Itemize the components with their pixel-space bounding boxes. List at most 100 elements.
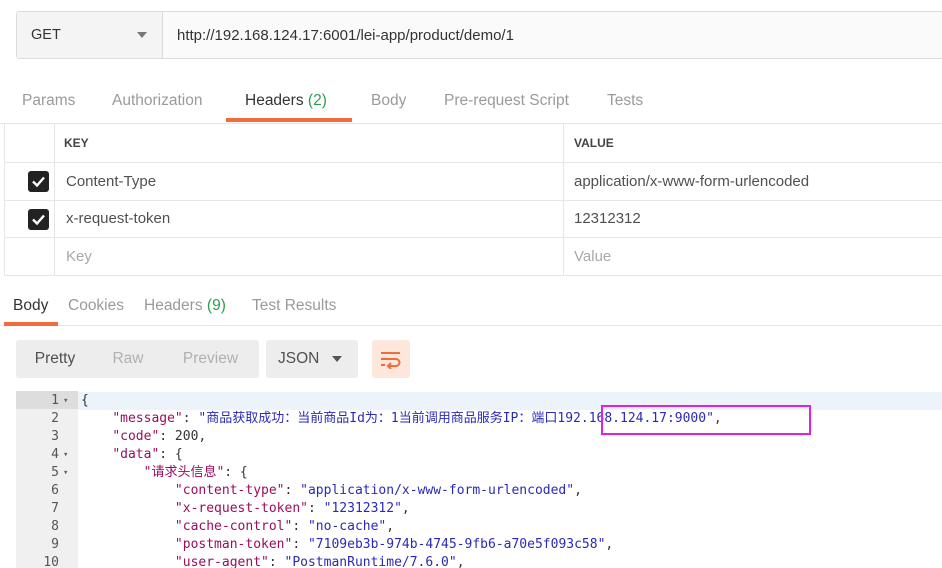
- fold-toggle-icon[interactable]: ▾: [63, 446, 68, 464]
- line-number: 7: [51, 501, 59, 516]
- table-row: Content-Type application/x-www-form-urle…: [4, 163, 942, 201]
- line-number: 1: [51, 393, 59, 408]
- row-checkbox[interactable]: [28, 171, 49, 192]
- active-tab-indicator: [4, 322, 58, 326]
- tab-cookies[interactable]: Cookies: [68, 297, 124, 315]
- code-token: :: [307, 501, 324, 516]
- code-token: "code": [112, 429, 160, 444]
- new-value-input[interactable]: Value: [563, 238, 942, 275]
- code-token: ,: [386, 519, 395, 534]
- code-token: ,: [401, 501, 410, 516]
- code-token: "content-type": [174, 483, 285, 498]
- line-number: 4: [51, 447, 59, 462]
- headers-count: (2): [307, 92, 327, 109]
- code-text: {: [81, 392, 89, 410]
- line-number: 9: [51, 537, 59, 552]
- code-token: "12312312": [323, 501, 402, 516]
- format-select[interactable]: JSON: [266, 340, 358, 378]
- wrap-lines-icon: [381, 352, 401, 369]
- code-token: :: [284, 483, 301, 498]
- table-header-row: KEY VALUE: [4, 124, 942, 163]
- header-value-cell[interactable]: application/x-www-form-urlencoded: [563, 163, 942, 200]
- preview-button[interactable]: Preview: [162, 340, 259, 378]
- check-icon: [32, 176, 45, 188]
- code-token: "message": [112, 411, 183, 426]
- wrap-lines-button[interactable]: [372, 340, 410, 378]
- code-token: "cache-control": [174, 519, 293, 534]
- active-tab-indicator: [226, 118, 352, 122]
- tab-response-body[interactable]: Body: [13, 297, 48, 315]
- tab-pre-request-script[interactable]: Pre-request Script: [444, 92, 569, 110]
- method-select[interactable]: GET: [17, 12, 163, 58]
- response-headers-count: (9): [206, 297, 226, 314]
- fold-toggle-icon[interactable]: ▾: [63, 464, 68, 482]
- line-number: 6: [51, 483, 59, 498]
- code-token: :: [182, 411, 199, 426]
- chevron-down-icon: [332, 356, 342, 362]
- format-label: JSON: [278, 350, 320, 367]
- line-number: 3: [51, 429, 59, 444]
- annotation-highlight-box: [601, 405, 811, 435]
- code-token: :: [268, 555, 285, 568]
- view-mode-group: Pretty Raw Preview: [16, 340, 259, 378]
- new-key-input[interactable]: Key: [66, 238, 92, 275]
- active-line-highlight: [78, 392, 942, 410]
- code-text: "content-type": "application/x-www-form-…: [81, 482, 582, 500]
- request-tabs: Params Authorization Headers (2) Body Pr…: [0, 84, 942, 124]
- code-token: "postman-token": [174, 537, 293, 552]
- column-header-value: VALUE: [563, 124, 942, 162]
- code-token: ,: [456, 555, 465, 568]
- request-bar: GET http://192.168.124.17:6001/lei-app/p…: [16, 11, 942, 59]
- header-value-cell[interactable]: 12312312: [563, 200, 942, 237]
- tab-headers[interactable]: Headers (2): [245, 92, 327, 110]
- code-text: "cache-control": "no-cache",: [81, 518, 394, 536]
- code-token: "PostmanRuntime/7.6.0": [284, 555, 457, 568]
- code-token: "data": [112, 447, 160, 462]
- tab-tests[interactable]: Tests: [607, 92, 643, 110]
- code-token: "请求头信息": [143, 465, 225, 480]
- tab-test-results[interactable]: Test Results: [252, 297, 336, 315]
- code-text: "code": 200,: [81, 428, 206, 446]
- chevron-down-icon: [137, 32, 147, 38]
- tab-body[interactable]: Body: [371, 92, 406, 110]
- code-token: "no-cache": [307, 519, 387, 534]
- header-key-cell[interactable]: x-request-token: [66, 201, 170, 238]
- tab-response-headers[interactable]: Headers (9): [144, 297, 226, 315]
- table-row: x-request-token 12312312: [4, 200, 942, 238]
- line-number: 5: [51, 465, 59, 480]
- code-token: : 200,: [159, 429, 207, 444]
- code-token: "user-agent": [174, 555, 269, 568]
- code-token: "x-request-token": [174, 501, 308, 516]
- code-token: ,: [574, 483, 582, 498]
- header-key-cell[interactable]: Content-Type: [66, 163, 156, 200]
- line-number: 10: [43, 555, 59, 568]
- code-token: "7109eb3b-974b-4745-9fb6-a70e5f093c58": [307, 537, 606, 552]
- code-token: : {: [159, 447, 183, 462]
- table-row-new: Key Value: [4, 238, 942, 276]
- check-icon: [32, 214, 45, 225]
- column-header-key: KEY: [64, 136, 89, 150]
- url-input[interactable]: http://192.168.124.17:6001/lei-app/produ…: [163, 12, 942, 58]
- pretty-button[interactable]: Pretty: [16, 340, 94, 378]
- code-token: :: [292, 519, 308, 534]
- line-number: 8: [51, 519, 59, 534]
- row-checkbox[interactable]: [28, 208, 49, 230]
- tab-authorization[interactable]: Authorization: [112, 92, 202, 110]
- line-number: 2: [51, 411, 59, 426]
- fold-toggle-icon[interactable]: ▾: [63, 392, 68, 410]
- tab-params[interactable]: Params: [22, 92, 75, 110]
- code-text: "data": {: [81, 446, 183, 464]
- code-token: "application/x-www-form-urlencoded": [300, 483, 575, 498]
- code-token: : {: [224, 465, 248, 480]
- code-text: "x-request-token": "12312312",: [81, 500, 410, 518]
- raw-button[interactable]: Raw: [94, 340, 162, 378]
